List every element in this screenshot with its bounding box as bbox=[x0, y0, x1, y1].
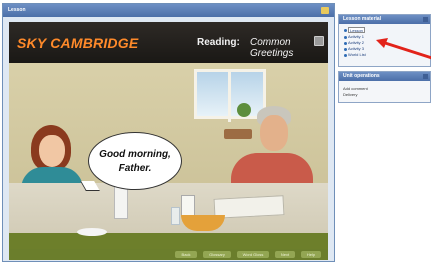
material-item-world-list[interactable]: World List bbox=[348, 52, 366, 58]
scene-plant bbox=[237, 103, 251, 117]
player-controls: Back Glossary Word Gloss Next Help bbox=[9, 249, 328, 260]
unit-operations-title: Unit operations bbox=[343, 73, 380, 79]
reading-label: Reading: bbox=[197, 37, 240, 48]
audio-button[interactable] bbox=[314, 36, 324, 46]
unit-operations-header: Unit operations bbox=[339, 72, 430, 81]
collapse-icon[interactable] bbox=[423, 74, 428, 79]
next-button[interactable]: Next bbox=[275, 251, 295, 258]
back-button[interactable]: Back bbox=[175, 251, 197, 258]
father-face bbox=[260, 115, 288, 151]
lesson-panel-header: Lesson bbox=[3, 4, 334, 17]
scene-shelf bbox=[224, 129, 252, 139]
annotation-arrow-icon bbox=[376, 38, 431, 60]
material-item-lesson[interactable]: Lesson bbox=[348, 27, 365, 33]
bullet-icon bbox=[344, 42, 347, 45]
scene-window-frame bbox=[228, 69, 231, 122]
speech-text-line-1: Good morning, bbox=[99, 149, 171, 160]
lesson-stage: SKY CAMBRIDGE Reading: Common Greetings bbox=[9, 22, 328, 260]
table-edge bbox=[9, 233, 328, 249]
girl-face bbox=[39, 135, 65, 167]
drinking-glass bbox=[171, 207, 180, 225]
lesson-material-title: Lesson material bbox=[343, 16, 382, 22]
lesson-panel-title: Lesson bbox=[8, 7, 26, 13]
glossary-button[interactable]: Glossary bbox=[203, 251, 231, 258]
help-button[interactable]: Help bbox=[301, 251, 321, 258]
plate bbox=[77, 228, 107, 236]
bullet-icon bbox=[344, 48, 347, 51]
lesson-stage-banner: SKY CAMBRIDGE Reading: Common Greetings bbox=[9, 22, 328, 63]
app-window: Lesson SKY CAMBRIDGE Reading: Common Gre… bbox=[0, 0, 431, 264]
bullet-icon bbox=[344, 29, 347, 32]
lesson-collapse-icon[interactable] bbox=[321, 7, 329, 14]
collapse-icon[interactable] bbox=[423, 17, 428, 22]
illustration-scene: Good morning, Father. bbox=[9, 63, 328, 249]
unit-operations-panel: Unit operations Add comment Delivery bbox=[338, 71, 431, 103]
word-gloss-button[interactable]: Word Gloss bbox=[237, 251, 269, 258]
delivery-link[interactable]: Delivery bbox=[343, 92, 357, 97]
milk-carton bbox=[181, 195, 195, 217]
brand-logo-text: SKY CAMBRIDGE bbox=[17, 35, 139, 51]
speech-text-line-2: Father. bbox=[118, 163, 152, 174]
speech-bubble bbox=[88, 132, 182, 190]
lesson-panel: Lesson SKY CAMBRIDGE Reading: Common Gre… bbox=[2, 3, 335, 262]
bullet-icon bbox=[344, 54, 347, 57]
add-comment-link[interactable]: Add comment bbox=[343, 86, 368, 91]
lesson-material-header: Lesson material bbox=[339, 15, 430, 24]
bullet-icon bbox=[344, 36, 347, 39]
